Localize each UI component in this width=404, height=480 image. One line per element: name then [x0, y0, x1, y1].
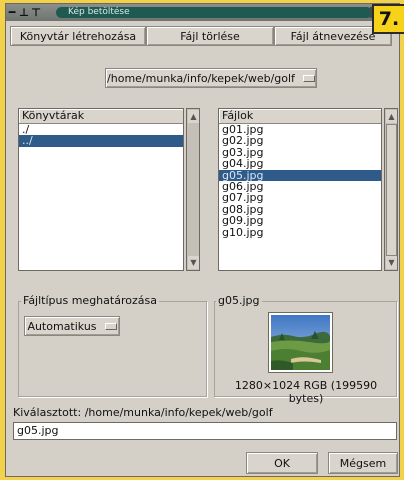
filetype-label: Fájltípus meghatározása	[21, 294, 159, 307]
path-dropdown[interactable]: /home/munka/info/kepek/web/golf	[105, 68, 317, 88]
file-open-dialog: ━ ⊥ ⊤ Kép betöltése ▪ Könyvtár létrehozá…	[5, 3, 400, 477]
directory-list-item[interactable]: ../	[19, 135, 183, 147]
golf-course-thumbnail	[271, 315, 330, 370]
scroll-up-arrow-icon[interactable]: ▲	[386, 110, 397, 123]
file-list-item[interactable]: g10.jpg	[219, 226, 381, 238]
file-rows: g01.jpg g02.jpg g03.jpg g04.jpg g05.jpg g06.j…	[219, 124, 381, 238]
create-directory-button[interactable]: Könyvtár létrehozása	[10, 26, 146, 46]
pin-icon[interactable]: ⊥	[18, 4, 30, 21]
title-bar[interactable]: ━ ⊥ ⊤ Kép betöltése ▪	[6, 4, 399, 21]
page-number-badge: 7.	[372, 4, 404, 34]
path-dropdown-value: /home/munka/info/kepek/web/golf	[107, 71, 295, 85]
scroll-up-arrow-icon[interactable]: ▲	[188, 110, 199, 123]
scroll-down-arrow-icon[interactable]: ▼	[188, 256, 199, 269]
dropdown-indicator-icon	[104, 322, 117, 330]
file-list-item[interactable]: g09.jpg	[219, 215, 381, 227]
cancel-button[interactable]: Mégsem	[328, 452, 398, 474]
directory-rows: ./../	[19, 124, 183, 147]
file-list-item[interactable]: g04.jpg	[219, 158, 381, 170]
scroll-down-arrow-icon[interactable]: ▼	[386, 256, 397, 269]
directory-list-item[interactable]: ./	[19, 124, 183, 136]
directory-list-header[interactable]: Könyvtárak	[19, 109, 183, 124]
file-list[interactable]: Fájlok g01.jpg g02.jpg g03.jpg g04.jpg g05.j…	[218, 108, 382, 271]
preview-info: 1280×1024 RGB (199590 bytes)	[234, 379, 378, 405]
scroll-thumb[interactable]	[386, 124, 397, 256]
filetype-value: Automatikus	[27, 319, 97, 333]
dropdown-indicator-icon	[302, 74, 315, 82]
shade-icon[interactable]: ⊤	[30, 4, 42, 21]
filetype-dropdown[interactable]: Automatikus	[24, 316, 120, 336]
file-list-header[interactable]: Fájlok	[219, 109, 381, 124]
preview-filename: g05.jpg	[216, 294, 262, 307]
directory-scrollbar[interactable]: ▲ ▼	[186, 108, 200, 271]
preview-thumbnail	[268, 312, 333, 373]
ok-button[interactable]: OK	[246, 452, 318, 474]
filename-input[interactable]: g05.jpg	[13, 422, 397, 440]
file-scrollbar[interactable]: ▲ ▼	[384, 108, 398, 271]
window-title: Kép betöltése	[56, 7, 372, 18]
selection-label: Kiválasztott: /home/munka/info/kepek/web…	[13, 406, 273, 419]
window-menu-icon[interactable]: ━	[6, 4, 18, 21]
directory-list[interactable]: Könyvtárak ./../	[18, 108, 184, 271]
delete-file-button[interactable]: Fájl törlése	[146, 26, 274, 46]
